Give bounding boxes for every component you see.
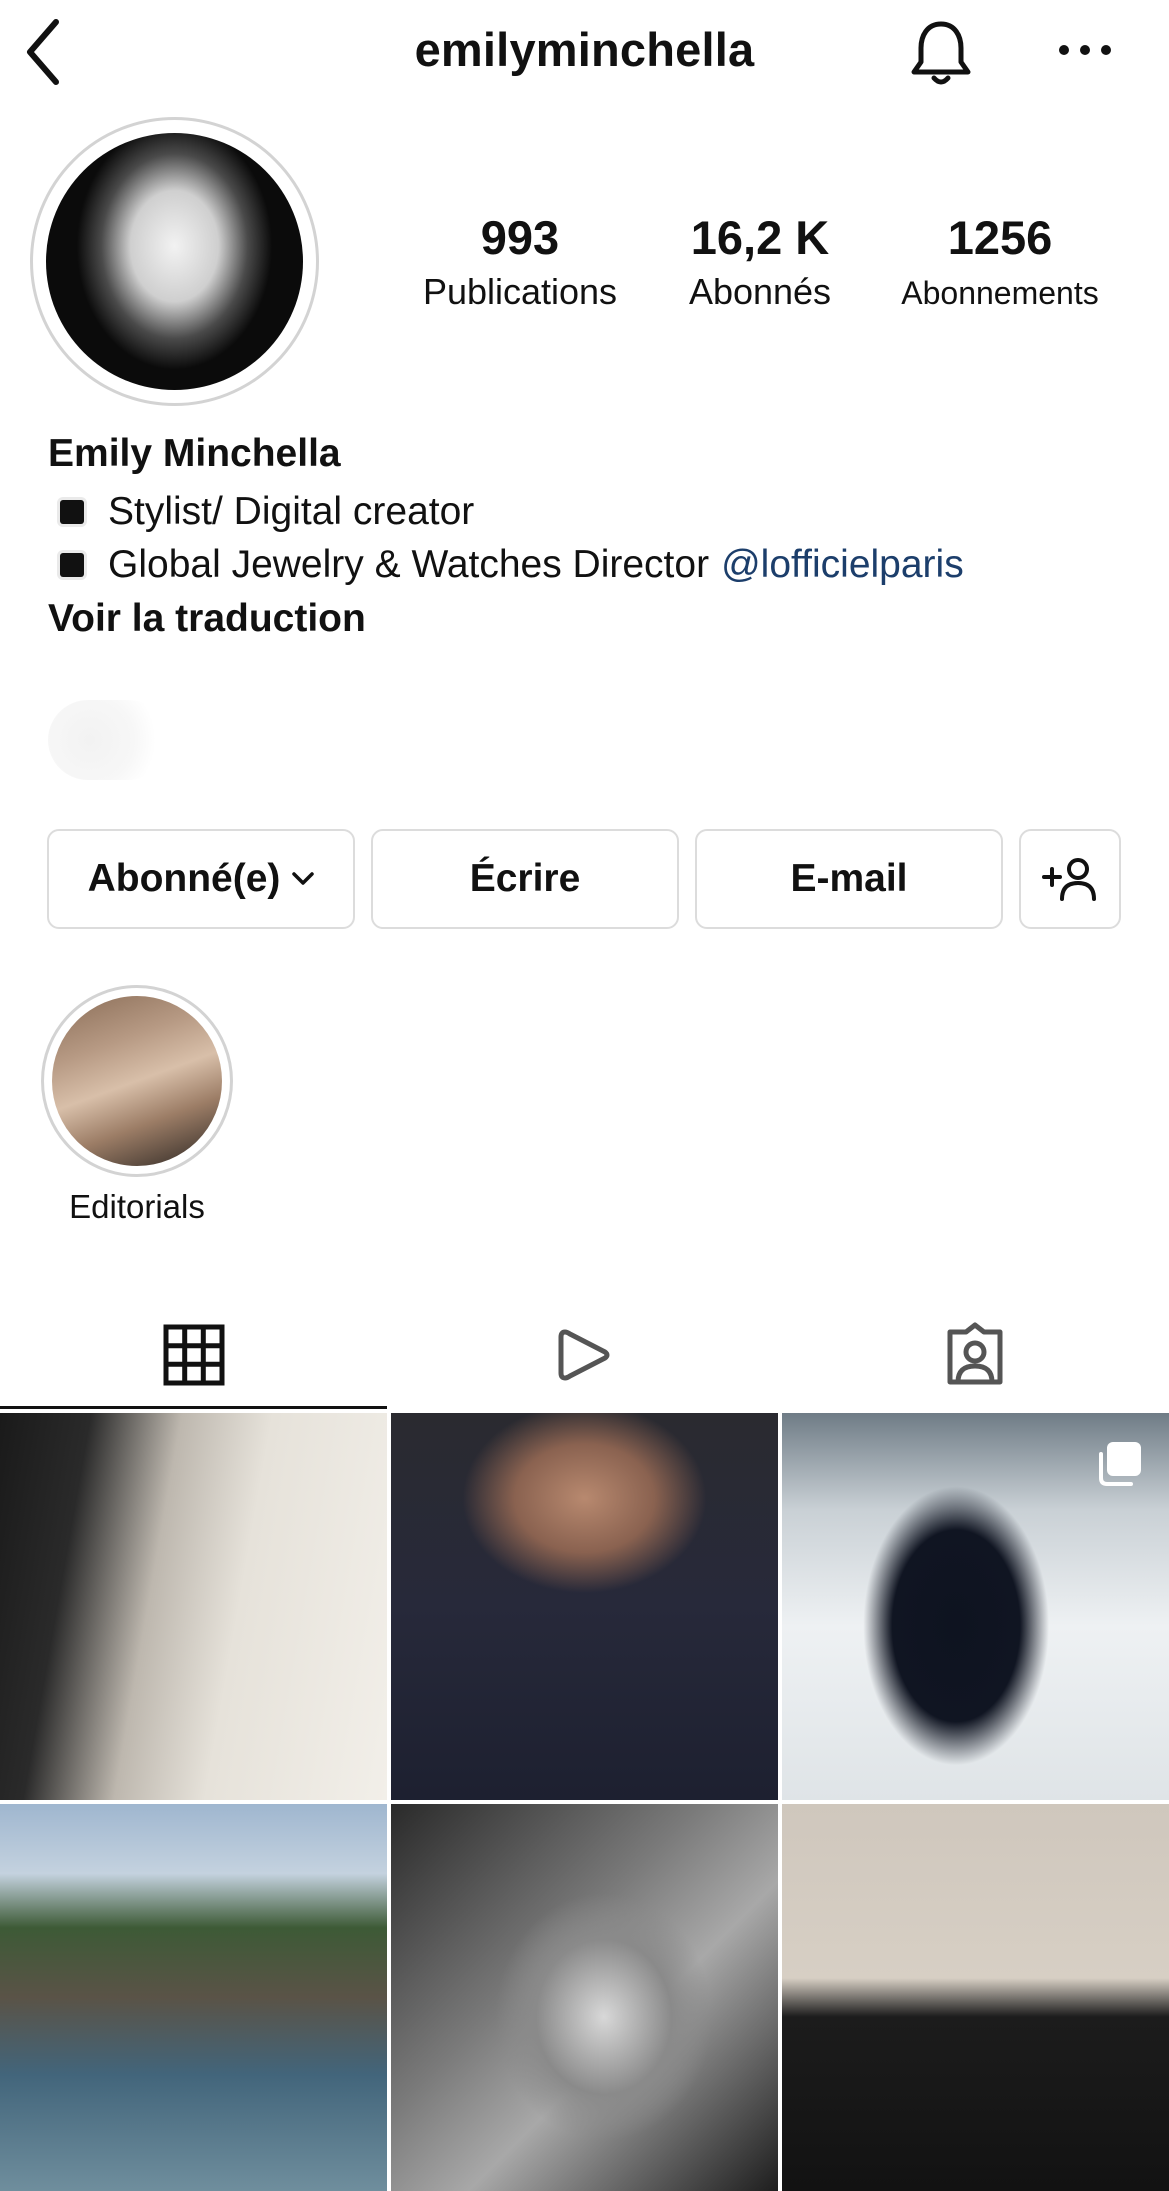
add-user-button[interactable] (1019, 829, 1121, 929)
chevron-down-icon (292, 872, 315, 885)
highlight-cover-editorials[interactable] (52, 996, 222, 1166)
following-button[interactable]: Abonné(e) (47, 829, 355, 929)
faded-avatars-placeholder (48, 700, 168, 780)
bell-icon[interactable] (905, 16, 977, 88)
active-tab-indicator (0, 1406, 387, 1409)
following-count: 1256 (947, 211, 1053, 264)
play-icon (558, 1329, 609, 1381)
stat-posts[interactable]: 993 Publications (400, 210, 640, 313)
stat-following[interactable]: 1256 Abonnements (880, 210, 1120, 312)
following-label: Abonnements (901, 275, 1099, 311)
email-button[interactable]: E-mail (695, 829, 1003, 929)
more-options-icon[interactable] (1050, 28, 1120, 72)
post-thumbnail[interactable] (782, 1804, 1169, 2191)
carousel-icon (1099, 1442, 1141, 1486)
see-translation-link[interactable]: Voir la traduction (48, 597, 366, 641)
following-button-label: Abonné(e) (87, 857, 281, 900)
add-user-icon (1042, 858, 1096, 901)
bio-line-2: Global Jewelry & Watches Director @loffi… (60, 543, 964, 587)
post-thumbnail[interactable] (391, 1804, 778, 2191)
post-thumbnail[interactable] (391, 1413, 778, 1800)
tagged-person-icon (947, 1322, 1002, 1385)
black-square-icon (60, 553, 84, 577)
stat-followers[interactable]: 16,2 K Abonnés (650, 210, 870, 313)
message-button[interactable]: Écrire (371, 829, 679, 929)
message-button-label: Écrire (469, 857, 581, 900)
highlight-label: Editorials (69, 1188, 205, 1225)
bio-line-1: Stylist/ Digital creator (60, 490, 474, 534)
post-thumbnail[interactable] (0, 1804, 387, 2191)
tab-reels[interactable] (389, 1300, 778, 1410)
mention-link[interactable]: @lofficielparis (721, 543, 964, 587)
tab-tagged[interactable] (780, 1300, 1169, 1410)
black-square-icon (60, 500, 84, 524)
post-thumbnail[interactable] (0, 1413, 387, 1800)
followers-label: Abonnés (688, 271, 832, 312)
posts-count: 993 (480, 211, 560, 264)
followers-count: 16,2 K (690, 211, 830, 264)
posts-label: Publications (422, 271, 618, 312)
email-button-label: E-mail (790, 857, 908, 900)
bio-line-1-text: Stylist/ Digital creator (108, 490, 475, 533)
grid-icon (163, 1324, 224, 1386)
profile-username-title: emilyminchella (414, 23, 755, 76)
profile-name: Emily Minchella (48, 432, 341, 475)
profile-avatar[interactable] (46, 133, 303, 390)
bio-line-2-text: Global Jewelry & Watches Director (108, 543, 710, 586)
tab-posts-grid[interactable] (0, 1300, 387, 1410)
